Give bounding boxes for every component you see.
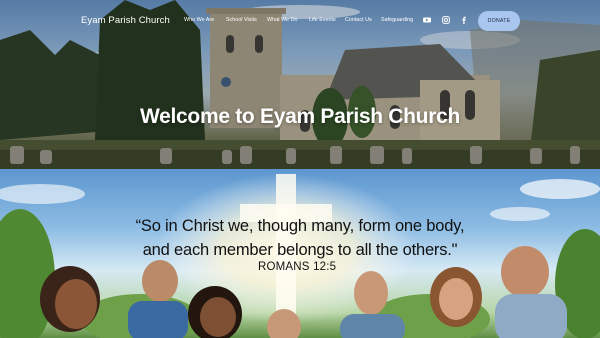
youtube-icon[interactable] (423, 16, 431, 24)
nav-safeguarding[interactable]: Safeguarding (381, 17, 413, 23)
scripture-banner: “So in Christ we, though many, form one … (0, 169, 600, 338)
nav-who-we-are[interactable]: Who We Are (184, 17, 214, 23)
scripture-reference: ROMANS 12:5 (258, 261, 337, 273)
scripture-verse-line-1: “So in Christ we, though many, form one … (135, 217, 465, 235)
nav-life-events[interactable]: Life Events (309, 17, 336, 23)
nav-contact-us[interactable]: Contact Us (345, 17, 372, 23)
nav-what-we-do[interactable]: What We Do (267, 17, 297, 23)
instagram-icon[interactable] (442, 16, 450, 24)
scripture-verse-line-2: and each member belongs to all the other… (142, 241, 458, 259)
hero-section: Eyam Parish Church Who We Are School Vis… (0, 0, 600, 169)
hero-title: Welcome to Eyam Parish Church (139, 105, 460, 128)
site-brand[interactable]: Eyam Parish Church (81, 15, 170, 26)
donate-button[interactable]: DONATE (478, 11, 520, 31)
nav-school-visits[interactable]: School Visits (226, 17, 257, 23)
facebook-icon[interactable] (460, 16, 468, 24)
top-navigation: Eyam Parish Church Who We Are School Vis… (0, 0, 600, 42)
